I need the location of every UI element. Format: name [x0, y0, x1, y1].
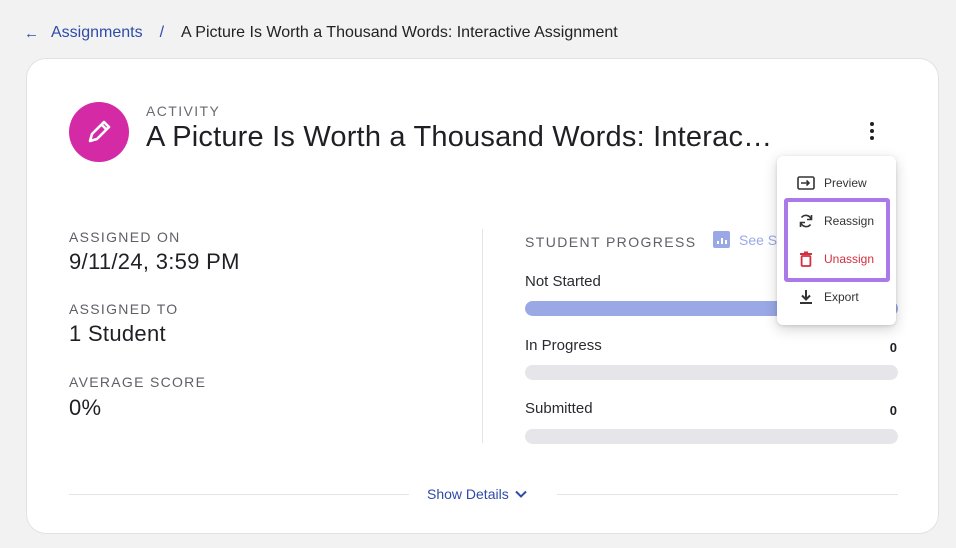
trash-icon [797, 250, 815, 268]
breadcrumb-assignments-link[interactable]: Assignments [51, 24, 143, 42]
submitted-label: Submitted [525, 400, 593, 417]
assigned-on-value: 9/11/24, 3:59 PM [69, 249, 240, 274]
activity-avatar [69, 102, 129, 162]
bar-chart-icon [713, 231, 730, 248]
breadcrumb-separator: / [159, 24, 165, 41]
download-icon [797, 288, 815, 306]
menu-item-unassign[interactable]: Unassign [777, 240, 896, 278]
menu-item-preview[interactable]: Preview [777, 164, 896, 202]
menu-item-reassign-label: Reassign [824, 214, 875, 228]
preview-icon [797, 174, 815, 192]
refresh-icon [797, 212, 815, 230]
menu-item-unassign-label: Unassign [824, 252, 875, 266]
footer-divider-left [69, 494, 409, 495]
menu-item-export-label: Export [824, 290, 859, 304]
submitted-count: 0 [889, 403, 897, 418]
arrow-left-icon[interactable]: ← [24, 25, 39, 42]
column-divider [482, 229, 483, 443]
average-score-value: 0% [69, 395, 102, 420]
breadcrumb: ← Assignments / A Picture Is Worth a Tho… [24, 22, 618, 44]
in-progress-label: In Progress [525, 337, 602, 354]
submitted-bar [525, 429, 898, 444]
in-progress-count: 0 [889, 340, 897, 355]
pencil-icon [88, 120, 111, 143]
page-title: A Picture Is Worth a Thousand Words: Int… [146, 121, 773, 153]
show-details-label: Show Details [427, 486, 509, 502]
student-progress-heading: STUDENT PROGRESS [525, 234, 697, 250]
menu-item-export[interactable]: Export [777, 278, 896, 316]
assigned-on-label: ASSIGNED ON [69, 229, 181, 245]
chevron-down-icon [514, 490, 527, 498]
more-options-icon[interactable] [861, 119, 883, 143]
assigned-to-label: ASSIGNED TO [69, 301, 179, 317]
average-score-label: AVERAGE SCORE [69, 374, 207, 390]
show-details-button[interactable]: Show Details [427, 486, 527, 502]
see-stats-link[interactable]: See S [713, 231, 777, 248]
assigned-to-value: 1 Student [69, 321, 166, 346]
in-progress-bar [525, 365, 898, 380]
footer-divider-right [557, 494, 898, 495]
see-stats-label: See S [739, 231, 778, 248]
more-options-menu: Preview Reassign Unassign Export [777, 156, 896, 325]
activity-kicker: ACTIVITY [146, 103, 221, 119]
breadcrumb-current: A Picture Is Worth a Thousand Words: Int… [181, 24, 618, 41]
menu-item-preview-label: Preview [824, 176, 867, 190]
menu-item-reassign[interactable]: Reassign [777, 202, 896, 240]
not-started-label: Not Started [525, 273, 601, 290]
